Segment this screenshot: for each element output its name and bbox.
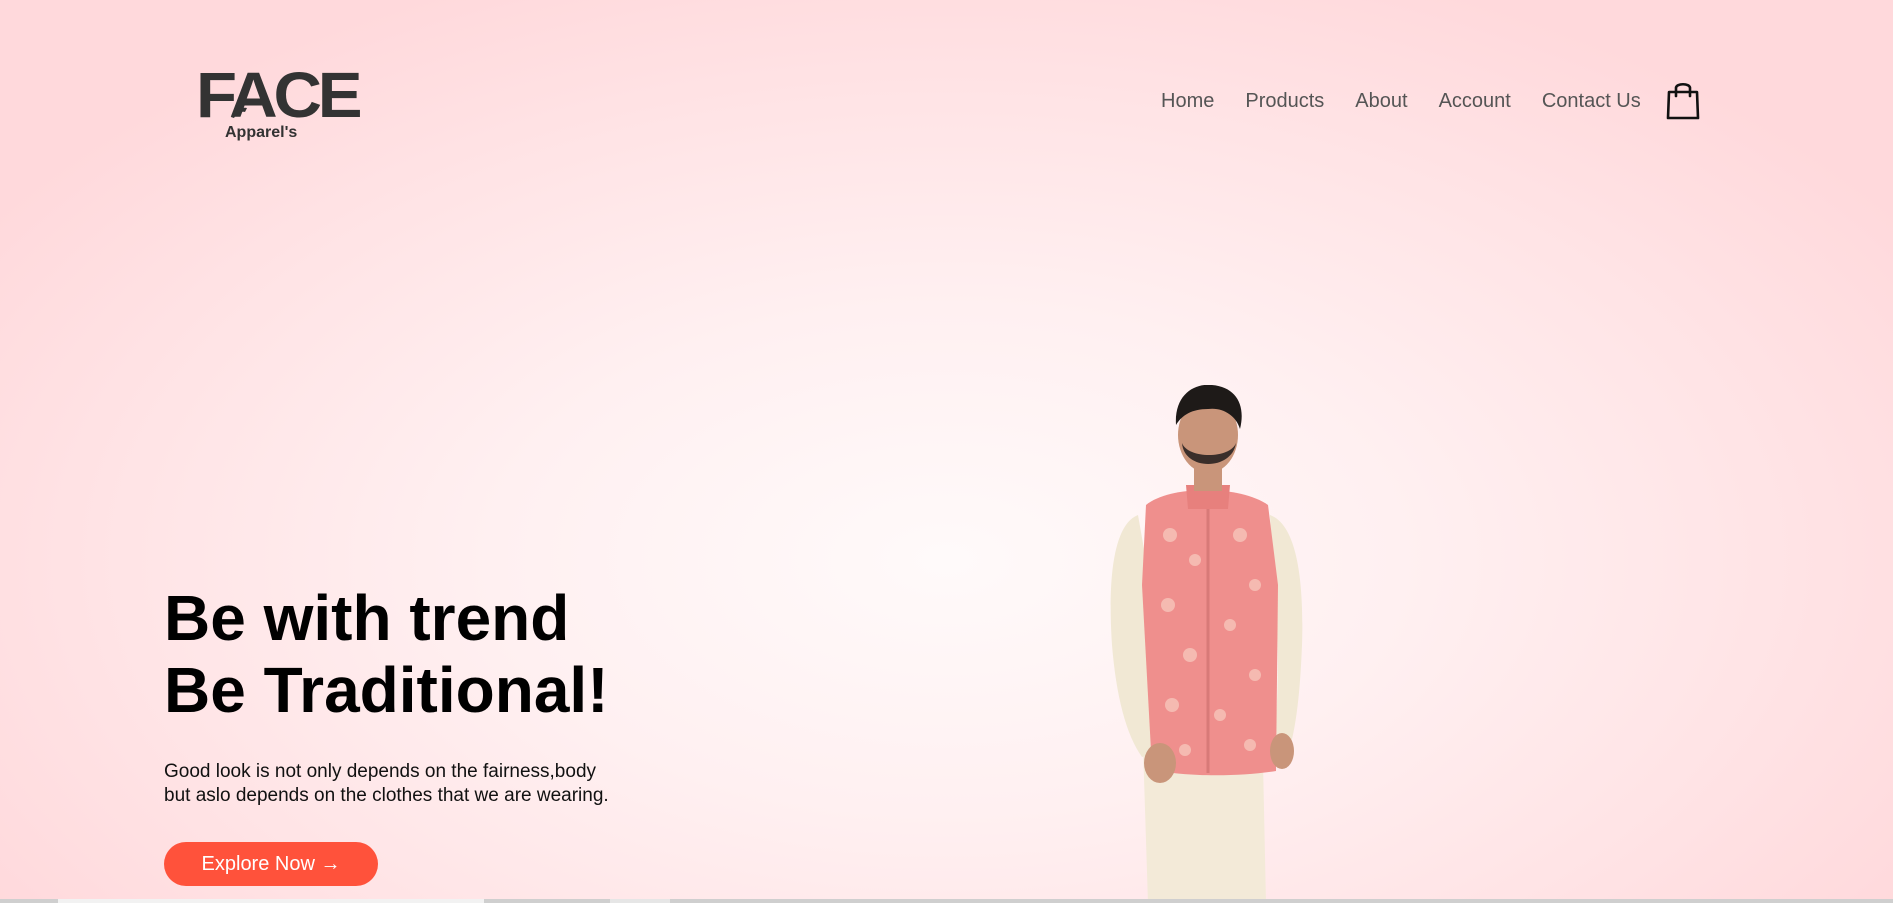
hero-title-line-2: Be Traditional! xyxy=(164,654,609,726)
hero-title: Be with trend Be Traditional! xyxy=(164,582,609,726)
scrollbar-thumb[interactable] xyxy=(58,899,484,903)
nav-contact-link[interactable]: Contact Us xyxy=(1542,88,1641,114)
brand-logo[interactable]: FACE Apparel's xyxy=(196,62,363,148)
logo-wordmark: FACE xyxy=(196,59,363,131)
scrollbar-segment xyxy=(610,899,670,903)
logo-tagline: Apparel's xyxy=(225,124,298,141)
shopping-bag-icon[interactable] xyxy=(1666,80,1700,120)
nav-account-link[interactable]: Account xyxy=(1439,88,1511,114)
explore-now-button[interactable]: Explore Now → xyxy=(164,842,378,886)
nav-home-link[interactable]: Home xyxy=(1161,88,1214,114)
model-photo xyxy=(1110,385,1303,903)
main-nav: Home Products About Account Contact Us xyxy=(1161,88,1641,114)
hero-title-line-1: Be with trend xyxy=(164,582,570,654)
nav-products-link[interactable]: Products xyxy=(1245,88,1324,114)
nav-about-link[interactable]: About xyxy=(1355,88,1407,114)
logo-swoosh-icon xyxy=(231,107,247,118)
hero-description-line-2: but aslo depends on the clothes that we … xyxy=(164,785,609,806)
hero-description: Good look is not only depends on the fai… xyxy=(164,760,684,808)
hero-description-line-1: Good look is not only depends on the fai… xyxy=(164,761,597,782)
